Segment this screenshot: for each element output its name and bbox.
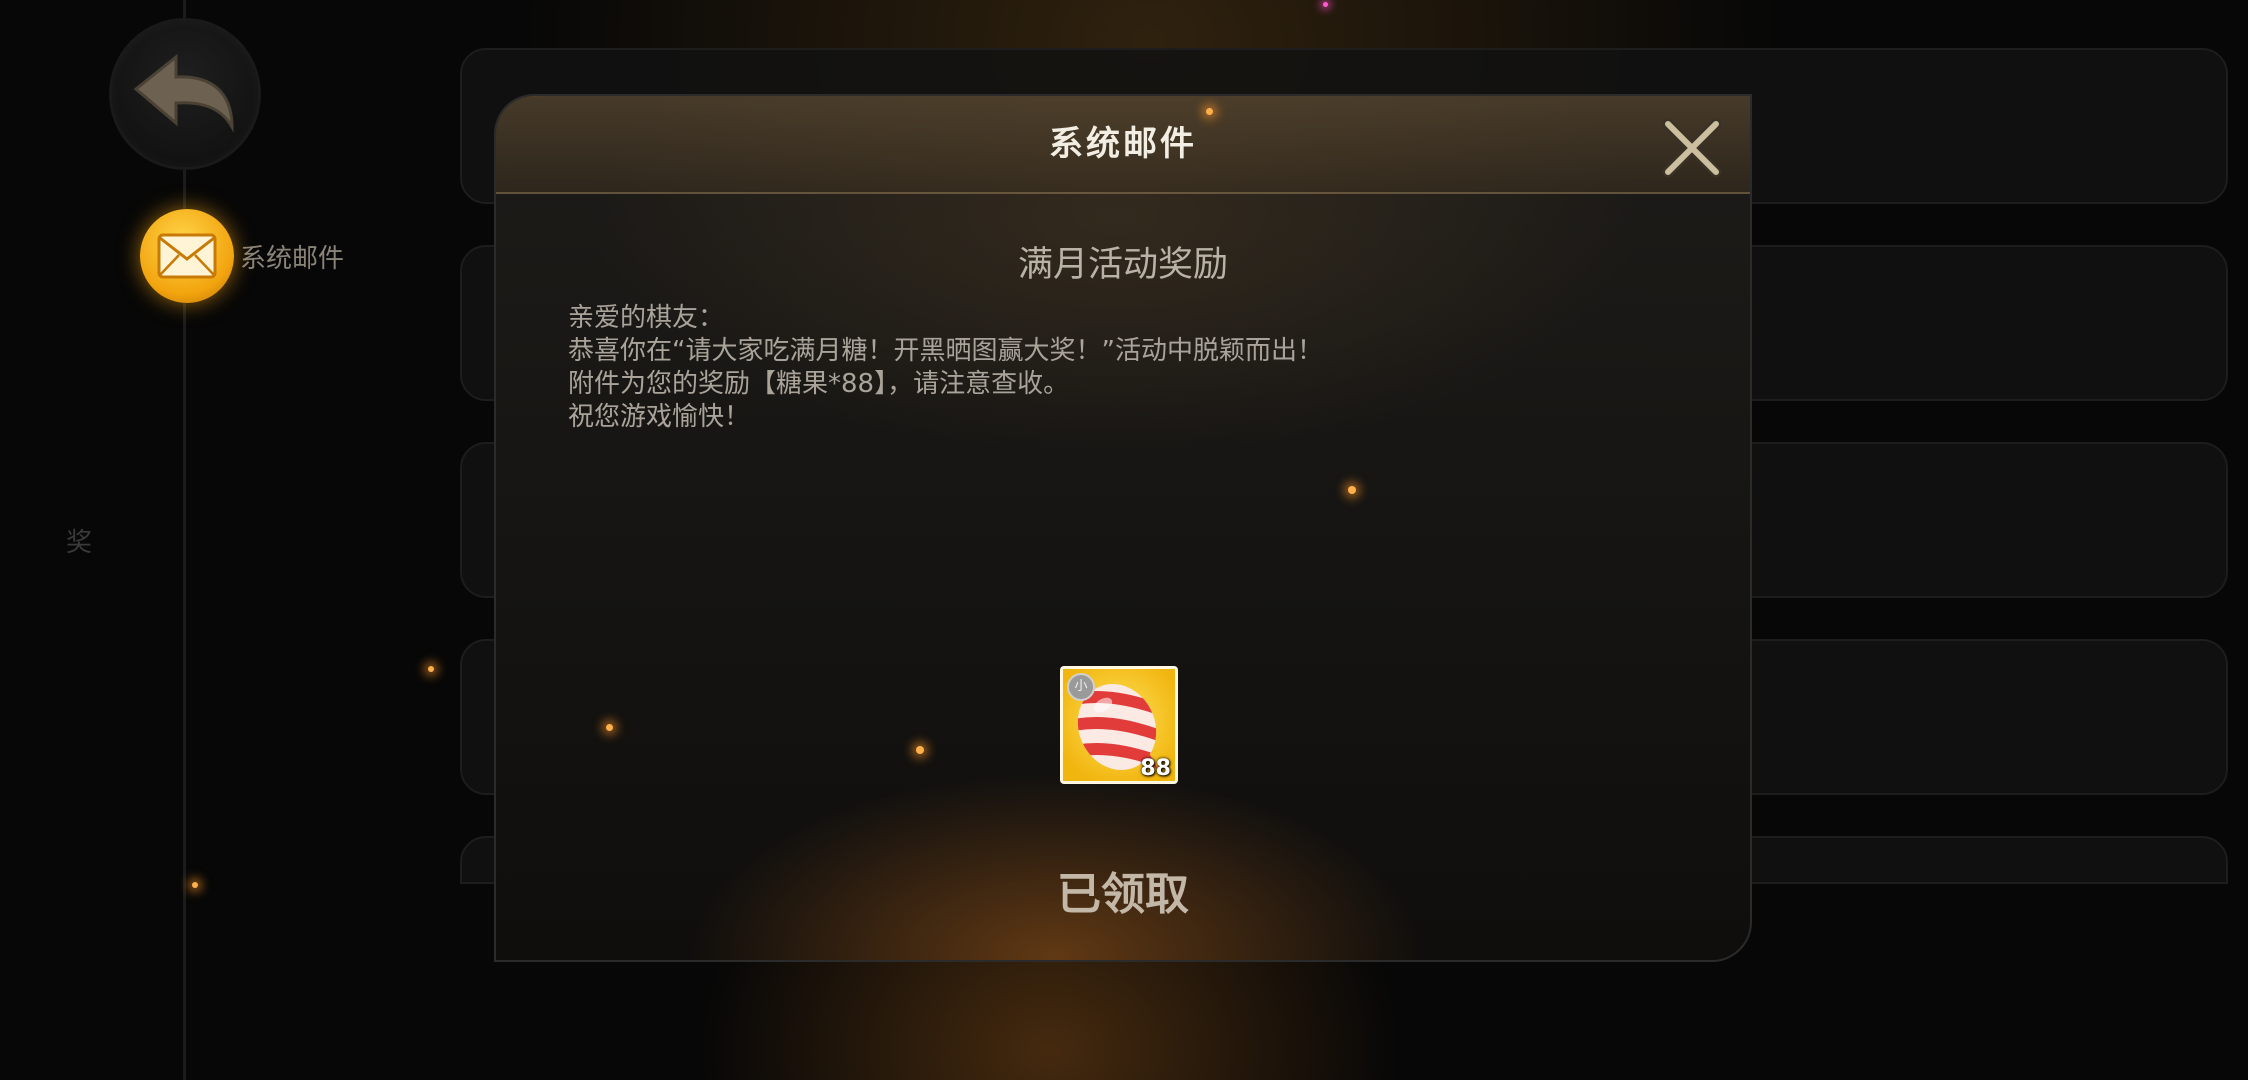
reward-item[interactable]: 小 88 — [1060, 666, 1178, 784]
spark-decoration — [1323, 2, 1328, 7]
spark-decoration — [428, 666, 434, 672]
dialog-title: 系统邮件 — [1049, 124, 1197, 164]
mail-body-line: 亲爱的棋友： — [568, 303, 725, 333]
spark-decoration — [916, 746, 924, 754]
mail-body-line: 附件为您的奖励【糖果*88】，请注意查收。 — [568, 369, 1070, 399]
mail-dialog: 系统邮件 满月活动奖励 亲爱的棋友： 恭喜你在“请大家吃满月糖！开黑晒图赢大奖！… — [494, 94, 1752, 962]
envelope-icon — [140, 209, 234, 303]
spark-decoration — [192, 882, 198, 888]
mail-screen: 系统邮件 奖 系统邮件 满月活动奖励 亲爱的棋友： 恭喜你在“请大家吃满月糖！开… — [0, 0, 2248, 1080]
back-arrow-icon — [133, 53, 234, 133]
mail-body: 亲爱的棋友： 恭喜你在“请大家吃满月糖！开黑晒图赢大奖！”活动中脱颖而出！ 附件… — [568, 302, 1668, 434]
back-button[interactable] — [109, 18, 261, 170]
spark-decoration — [606, 724, 613, 731]
claimed-status: 已领取 — [1057, 869, 1189, 920]
mail-body-line: 恭喜你在“请大家吃满月糖！开黑晒图赢大奖！”活动中脱颖而出！ — [568, 336, 1323, 366]
sidebar-mark: 奖 — [66, 528, 93, 558]
spark-decoration — [1206, 108, 1213, 115]
sidebar-item-system-mail[interactable]: 系统邮件 — [140, 208, 344, 304]
mail-subject: 满月活动奖励 — [1017, 245, 1228, 285]
spark-decoration — [1348, 486, 1356, 494]
reward-count: 88 — [1140, 756, 1171, 781]
sidebar-item-label: 系统邮件 — [240, 243, 345, 274]
close-button[interactable] — [1662, 118, 1722, 178]
close-icon — [1662, 118, 1722, 178]
mail-body-line: 祝您游戏愉快！ — [568, 402, 751, 432]
reward-badge: 小 — [1067, 673, 1095, 701]
